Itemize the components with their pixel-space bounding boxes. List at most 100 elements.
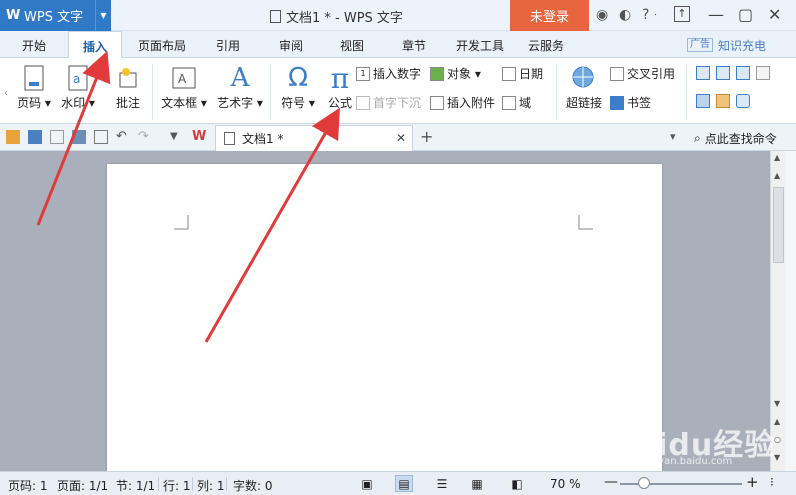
lock-icon[interactable] — [736, 94, 750, 108]
tab-chapter[interactable]: 章节 — [402, 37, 426, 54]
login-button[interactable]: 未登录 — [510, 0, 589, 31]
tab-review[interactable]: 审阅 — [279, 37, 303, 54]
task-pane-toggle[interactable] — [786, 151, 796, 471]
zoom-slider-knob[interactable] — [638, 477, 651, 489]
number-icon: 1 — [356, 66, 370, 81]
help-dropdown-icon[interactable]: ⋅ — [654, 10, 657, 21]
skin-icon[interactable]: ◉ — [596, 7, 608, 23]
design-mode-icon[interactable] — [696, 94, 710, 108]
web-view-icon[interactable]: ▦ — [468, 475, 486, 492]
command-search[interactable]: ⌕ 点此查找命令 — [694, 130, 777, 147]
form-dropdown-icon[interactable] — [736, 66, 750, 80]
ribbon-separator — [556, 64, 557, 120]
form-textfield-icon[interactable] — [696, 66, 710, 80]
eraser-icon[interactable] — [716, 94, 730, 108]
redo-icon[interactable]: ↷ — [138, 130, 152, 144]
scroll-up-arrow-icon[interactable]: ▲ — [774, 153, 780, 162]
baidu-watermark-url: jingyan.baidu.com — [640, 456, 733, 467]
scroll-up-arrow-icon[interactable]: ▲ — [774, 171, 780, 180]
close-button[interactable]: ✕ — [768, 5, 781, 24]
page-number-button[interactable]: 页码 ▾ — [12, 62, 56, 111]
tab-view[interactable]: 视图 — [340, 37, 364, 54]
object-icon — [430, 66, 444, 81]
tab-developer[interactable]: 开发工具 — [456, 37, 504, 54]
undo-icon[interactable]: ↶ — [116, 130, 130, 144]
tab-insert[interactable]: 插入 — [68, 31, 123, 59]
new-tab-icon[interactable]: + — [420, 127, 433, 146]
watermark-icon: a — [56, 62, 100, 94]
wordart-button[interactable]: A 艺术字 ▾ — [216, 62, 264, 111]
scroll-down-arrow-icon[interactable]: ▼ — [774, 399, 780, 408]
app-name: WPS 文字 — [24, 10, 84, 25]
tab-page-layout[interactable]: 页面布局 — [138, 37, 186, 54]
page-view-icon[interactable]: ▤ — [395, 475, 413, 492]
tab-cloud[interactable]: 云服务 — [528, 37, 564, 54]
cross-reference-button[interactable]: 交叉引用 — [610, 65, 675, 82]
zoom-out-icon[interactable]: — — [604, 474, 618, 490]
watermark-label: 水印 — [61, 96, 86, 110]
search-icon: ⌕ — [694, 131, 701, 145]
form-options-icon[interactable] — [756, 66, 770, 80]
open-folder-icon[interactable] — [6, 130, 20, 144]
comment-label: 批注 — [115, 96, 140, 110]
insert-attachment-button[interactable]: 插入附件 — [430, 94, 495, 111]
zoom-in-icon[interactable]: + — [746, 473, 759, 491]
field-button[interactable]: 域 — [502, 94, 531, 111]
document-page[interactable] — [107, 164, 662, 474]
document-tab[interactable]: 文档1 * ✕ — [215, 125, 413, 151]
status-word-count[interactable]: 字数: 0 — [233, 477, 273, 494]
tab-references[interactable]: 引用 — [216, 37, 240, 54]
outline-view-icon[interactable]: ☰ — [433, 475, 451, 492]
reading-mode-icon[interactable]: ◧ — [508, 475, 526, 492]
drop-cap-button[interactable]: 首字下沉 — [356, 94, 421, 111]
form-checkbox-icon[interactable] — [716, 66, 730, 80]
chevron-down-icon[interactable]: ▼ — [95, 0, 111, 31]
tab-home[interactable]: 开始 — [22, 37, 46, 54]
watermark-button[interactable]: a 水印 ▾ — [56, 62, 100, 111]
status-separator — [192, 477, 193, 491]
knowledge-link[interactable]: 知识充电 — [718, 37, 766, 54]
date-button[interactable]: 日期 — [502, 65, 543, 82]
comment-button[interactable]: 批注 — [106, 62, 150, 111]
wps-home-icon[interactable]: W — [192, 130, 206, 144]
fullscreen-view-icon[interactable]: ▣ — [358, 475, 376, 492]
svg-text:A: A — [178, 72, 187, 86]
zoom-slider[interactable] — [620, 477, 742, 489]
ad-badge: 广告 — [687, 38, 713, 52]
app-menu-button[interactable]: W WPS 文字 ▼ — [0, 0, 111, 31]
document-tab-label: 文档1 * — [242, 132, 284, 146]
export-pdf-icon[interactable] — [50, 130, 64, 144]
symbol-button[interactable]: Ω 符号 ▾ — [276, 62, 320, 111]
customize-toolbar-icon[interactable]: ▼ — [170, 130, 184, 144]
window-resize-icon[interactable]: ⁝ — [770, 475, 774, 489]
svg-text:a: a — [73, 72, 80, 86]
globe-link-icon — [562, 62, 606, 94]
save-icon[interactable] — [28, 130, 42, 144]
minimize-button[interactable]: — — [708, 5, 724, 24]
hyperlink-label: 超链接 — [565, 96, 602, 110]
scrollbar-thumb[interactable] — [773, 187, 784, 263]
print-icon[interactable] — [72, 130, 86, 144]
tab-list-icon[interactable]: ▾ — [670, 130, 684, 144]
textbox-button[interactable]: A 文本框 ▾ — [160, 62, 208, 111]
symbol-label: 符号 — [281, 96, 306, 110]
command-search-label: 点此查找命令 — [704, 132, 777, 146]
print-preview-icon[interactable] — [94, 130, 108, 144]
restore-window-icon[interactable]: ↑ — [674, 6, 690, 22]
ribbon-scroll-left-icon[interactable]: ‹ — [0, 78, 12, 108]
hyperlink-button[interactable]: 超链接 — [562, 62, 606, 111]
close-tab-icon[interactable]: ✕ — [396, 131, 406, 145]
wps-logo-icon: W — [6, 7, 21, 23]
zoom-level[interactable]: 70 % — [550, 477, 581, 491]
textbox-label: 文本框 — [161, 96, 198, 110]
window-title-text: 文档1 * - WPS 文字 — [286, 11, 403, 26]
bookmark-button[interactable]: 书签 — [610, 94, 651, 111]
window-title: 文档1 * - WPS 文字 — [270, 7, 403, 26]
margin-mark-left — [174, 215, 189, 230]
wordart-icon: A — [230, 63, 250, 93]
object-button[interactable]: 对象 ▾ — [430, 65, 481, 82]
maximize-button[interactable]: ▢ — [738, 5, 753, 24]
feedback-icon[interactable]: ◐ — [619, 7, 631, 23]
help-icon[interactable]: ? — [642, 7, 649, 23]
insert-number-button[interactable]: 1 插入数字 — [356, 65, 421, 82]
